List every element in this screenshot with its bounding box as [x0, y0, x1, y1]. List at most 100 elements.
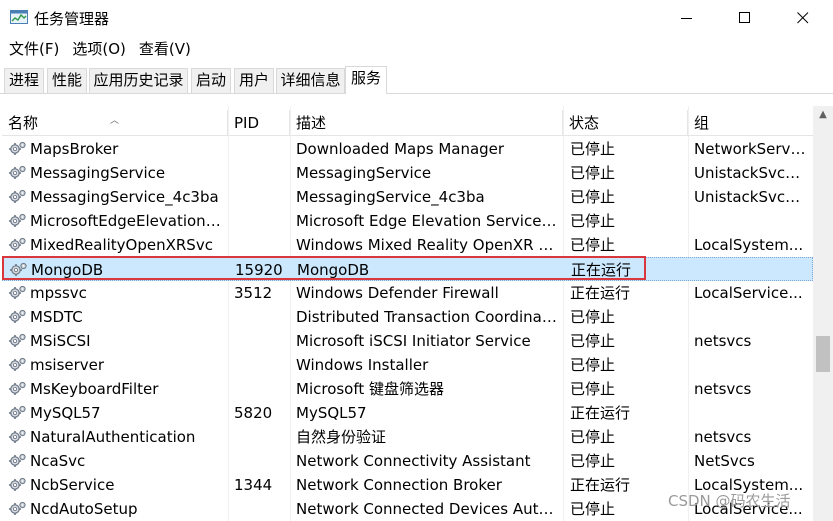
cell-pid: [234, 161, 289, 185]
tab-performance[interactable]: 性能: [47, 68, 87, 93]
menu-options[interactable]: 选项(O): [68, 38, 130, 62]
maximize-button[interactable]: [722, 0, 768, 36]
cell-description: Windows Defender Firewall: [296, 284, 499, 302]
table-row[interactable]: NcaSvc Network Connectivity Assistant 已停止 N…: [2, 449, 813, 473]
scroll-thumb[interactable]: [816, 336, 830, 372]
service-gear-icon: [9, 477, 26, 491]
service-gear-icon: [9, 381, 26, 395]
cell-status: 已停止: [570, 428, 616, 446]
header-name[interactable]: 名称 ︿: [2, 110, 228, 136]
cell-name: mpssvc: [30, 284, 87, 302]
table-row[interactable]: MySQL57 5820 MySQL57 正在运行: [2, 401, 813, 425]
tab-processes[interactable]: 进程: [4, 68, 44, 93]
service-gear-icon: [9, 237, 26, 251]
tab-users[interactable]: 用户: [234, 68, 274, 93]
header-name-label: 名称: [8, 114, 39, 132]
maximize-icon: [739, 12, 750, 23]
close-button[interactable]: [780, 0, 826, 36]
scroll-up-icon[interactable]: ▲: [813, 106, 833, 124]
minimize-button[interactable]: [664, 0, 710, 36]
cell-pid: [234, 353, 289, 377]
cell-status: 已停止: [570, 356, 616, 374]
cell-status: 已停止: [570, 332, 616, 350]
cell-group: LocalService...: [694, 284, 803, 302]
cell-pid: [234, 497, 289, 521]
header-group[interactable]: 组: [688, 110, 813, 136]
cell-description: Microsoft Edge Elevation Service ...: [296, 212, 558, 230]
cell-name: MSiSCSI: [30, 332, 91, 350]
cell-pid: [234, 233, 289, 257]
table-row[interactable]: MessagingService MessagingService 已停止 Unist…: [2, 161, 813, 185]
menu-view[interactable]: 查看(V): [135, 38, 195, 62]
tab-services[interactable]: 服务: [345, 66, 387, 94]
task-manager-icon: [10, 10, 28, 24]
cell-name: NcaSvc: [30, 452, 86, 470]
cell-name: MapsBroker: [30, 140, 119, 158]
menu-bar: 文件(F) 选项(O) 查看(V): [0, 38, 195, 62]
tab-strip: 进程 性能 应用历史记录 启动 用户 详细信息 服务: [0, 66, 833, 94]
cell-status: 正在运行: [570, 404, 631, 422]
cell-name: MixedRealityOpenXRSvc: [30, 236, 213, 254]
cell-group: UnistackSvcG...: [694, 188, 806, 206]
table-row[interactable]: msiserver Windows Installer 已停止: [2, 353, 813, 377]
cell-description: Microsoft iSCSI Initiator Service: [296, 332, 531, 350]
cell-description: MessagingService_4c3ba: [296, 188, 485, 206]
cell-group: [694, 353, 806, 377]
cell-pid: [234, 305, 289, 329]
cell-group: [694, 305, 806, 329]
table-row[interactable]: MessagingService_4c3ba MessagingService_4…: [2, 185, 813, 209]
cell-group: [694, 209, 806, 233]
cell-name: MySQL57: [30, 404, 101, 422]
table-row[interactable]: MSDTC Distributed Transaction Coordinat..…: [2, 305, 813, 329]
cell-status: 已停止: [570, 380, 616, 398]
header-description[interactable]: 描述: [290, 110, 563, 136]
table-row[interactable]: MapsBroker Downloaded Maps Manager 已停止 Netw…: [2, 137, 813, 161]
cell-group: NetworkServi...: [694, 140, 806, 158]
service-gear-icon: [9, 453, 26, 467]
service-gear-icon: [9, 141, 26, 155]
service-gear-icon: [9, 285, 26, 299]
cell-description: MessagingService: [296, 164, 432, 182]
highlight-annotation: [2, 256, 646, 280]
header-status[interactable]: 状态: [563, 110, 688, 136]
cell-name: MessagingService: [30, 164, 166, 182]
vertical-scrollbar[interactable]: ▲: [813, 106, 833, 521]
cell-pid: 3512: [234, 284, 273, 302]
cell-pid: 1344: [234, 476, 273, 494]
cell-description: Windows Mixed Reality OpenXR S...: [296, 236, 558, 254]
cell-pid: 5820: [234, 404, 273, 422]
cell-pid: [234, 329, 289, 353]
cell-name: NaturalAuthentication: [30, 428, 196, 446]
table-row[interactable]: mpssvc 3512 Windows Defender Firewall 正在运行 L…: [2, 281, 813, 305]
service-gear-icon: [9, 405, 26, 419]
title-bar: 任务管理器: [0, 0, 833, 36]
cell-name: NcbService: [30, 476, 115, 494]
tab-startup[interactable]: 启动: [191, 68, 231, 93]
tab-app-history[interactable]: 应用历史记录: [89, 68, 188, 93]
cell-group: netsvcs: [694, 380, 752, 398]
menu-file[interactable]: 文件(F): [5, 38, 63, 62]
cell-status: 已停止: [570, 164, 616, 182]
cell-pid: [234, 425, 289, 449]
service-gear-icon: [9, 333, 26, 347]
table-row[interactable]: NaturalAuthentication 自然身份验证 已停止 netsvcs: [2, 425, 813, 449]
table-row[interactable]: MsKeyboardFilter Microsoft 键盘筛选器 已停止 netsvc…: [2, 377, 813, 401]
cell-description: Microsoft 键盘筛选器: [296, 380, 445, 398]
header-pid[interactable]: PID: [228, 110, 290, 136]
cell-name: MSDTC: [30, 308, 83, 326]
cell-description: Downloaded Maps Manager: [296, 140, 505, 158]
minimize-icon: [681, 18, 692, 19]
tab-details[interactable]: 详细信息: [276, 68, 345, 93]
cell-status: 已停止: [570, 212, 616, 230]
close-icon: [797, 12, 809, 24]
cell-name: NcdAutoSetup: [30, 500, 138, 518]
cell-status: 已停止: [570, 236, 616, 254]
cell-status: 正在运行: [570, 284, 631, 302]
cell-pid: [234, 185, 289, 209]
table-row[interactable]: MixedRealityOpenXRSvc Windows Mixed Reali…: [2, 233, 813, 257]
table-row[interactable]: MicrosoftEdgeElevationS... Microsoft Edge…: [2, 209, 813, 233]
cell-status: 已停止: [570, 140, 616, 158]
service-gear-icon: [9, 429, 26, 443]
table-header: 名称 ︿ PID 描述 状态 组: [2, 110, 813, 136]
table-row[interactable]: MSiSCSI Microsoft iSCSI Initiator Service…: [2, 329, 813, 353]
